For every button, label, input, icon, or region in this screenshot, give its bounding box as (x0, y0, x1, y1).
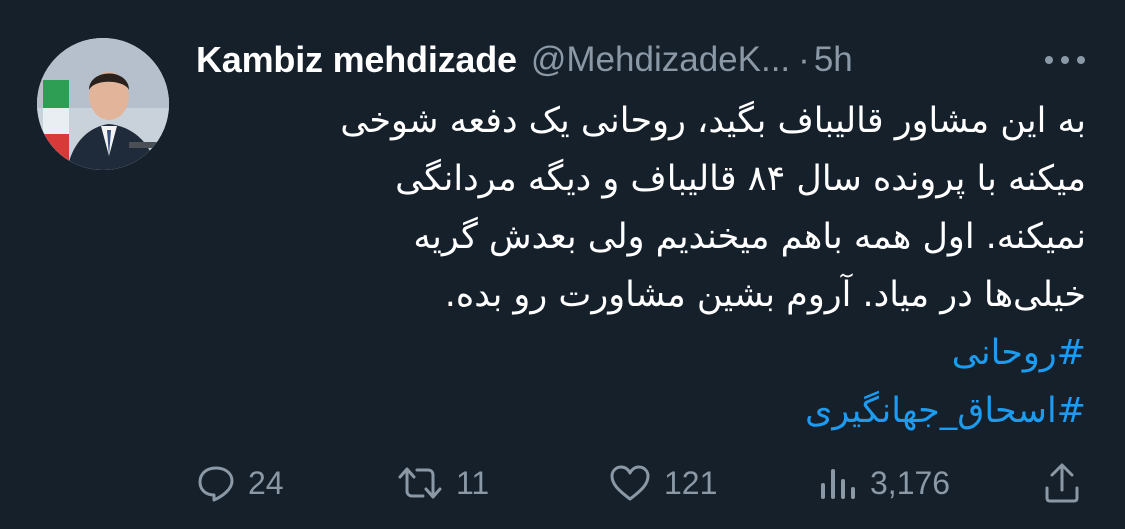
like-count: 121 (664, 464, 718, 501)
retweet-icon (396, 463, 444, 503)
tweet-actions: 24 11 121 3,176 (190, 458, 1090, 508)
share-button[interactable] (1042, 458, 1082, 508)
reply-count: 24 (248, 464, 284, 501)
profile-photo-icon (37, 38, 169, 170)
reply-icon (196, 463, 236, 503)
retweet-button[interactable]: 11 (396, 458, 489, 508)
header-separator: · (798, 40, 810, 79)
author-display-name[interactable]: Kambiz mehdizade (196, 39, 517, 81)
views-count: 3,176 (870, 464, 951, 501)
views-button[interactable]: 3,176 (818, 458, 950, 508)
tweet[interactable]: Kambiz mehdizade @MehdizadeK... · 5h به … (0, 0, 1125, 529)
tweet-text-line: نمیکنه. اول همه باهم میخندیم ولی بعدش گر… (413, 217, 1086, 257)
share-icon (1042, 462, 1082, 504)
tweet-text-line: به این مشاور قالیباف بگید، روحانی یک دفع… (340, 101, 1086, 141)
hashtag-link[interactable]: #روحانی (180, 324, 1086, 382)
retweet-count: 11 (456, 464, 490, 501)
tweet-text-line: میکنه با پرونده سال ۸۴ قالیباف و دیگه مر… (395, 159, 1086, 199)
views-icon (818, 463, 858, 503)
author-avatar[interactable] (37, 38, 169, 170)
tweet-timestamp[interactable]: 5h (814, 40, 853, 80)
reply-button[interactable]: 24 (196, 458, 284, 508)
heart-icon (608, 463, 652, 503)
tweet-text-line: خیلی‌ها در میاد. آروم بشین مشاورت رو بده… (444, 275, 1086, 315)
more-horizontal-icon (1045, 56, 1085, 64)
more-options-button[interactable] (1040, 42, 1090, 78)
hashtag-link[interactable]: #اسحاق_جهانگیری (180, 382, 1086, 440)
like-button[interactable]: 121 (608, 458, 717, 508)
tweet-text: به این مشاور قالیباف بگید، روحانی یک دفع… (180, 92, 1086, 440)
author-handle[interactable]: @MehdizadeK... (531, 40, 790, 80)
tweet-header: Kambiz mehdizade @MehdizadeK... · 5h (196, 36, 1096, 84)
